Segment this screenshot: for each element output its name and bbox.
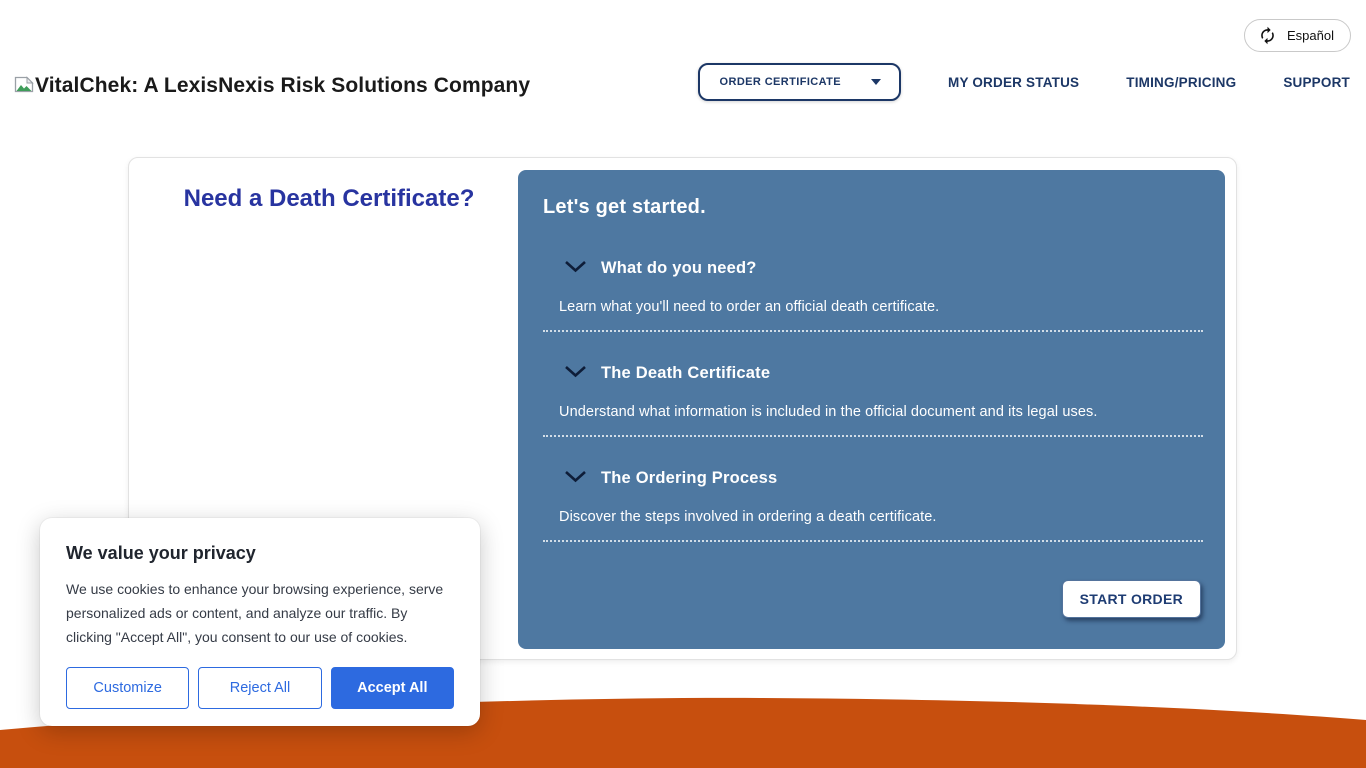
chevron-down-icon (564, 365, 587, 383)
accordion-description: Understand what information is included … (543, 404, 1203, 420)
chevron-down-icon (564, 260, 587, 278)
accordion-section-death-certificate: The Death Certificate Understand what in… (543, 364, 1203, 437)
language-label: Español (1287, 28, 1334, 43)
accordion-section-ordering-process: The Ordering Process Discover the steps … (543, 469, 1203, 542)
accordion-description: Discover the steps involved in ordering … (543, 509, 1203, 525)
chevron-down-icon (564, 470, 587, 488)
cookie-message: We use cookies to enhance your browsing … (66, 577, 448, 649)
accordion-description: Learn what you'll need to order an offic… (543, 299, 1203, 315)
page-title: Need a Death Certificate? (129, 185, 529, 213)
nav-link-support[interactable]: SUPPORT (1283, 75, 1350, 90)
accordion-title: The Ordering Process (601, 469, 777, 488)
language-toggle-button[interactable]: Español (1244, 19, 1351, 52)
refresh-icon (1258, 26, 1277, 45)
get-started-panel: Let's get started. What do you need? Lea… (518, 170, 1225, 649)
accordion: What do you need? Learn what you'll need… (543, 259, 1203, 542)
cookie-buttons-row: Customize Reject All Accept All (66, 667, 454, 709)
accept-all-button[interactable]: Accept All (331, 667, 454, 709)
logo[interactable]: VitalChek: A LexisNexis Risk Solutions C… (14, 74, 530, 99)
accordion-title: The Death Certificate (601, 364, 770, 383)
cookie-title: We value your privacy (66, 543, 454, 564)
cookie-consent-dialog: We value your privacy We use cookies to … (40, 518, 480, 726)
accordion-title: What do you need? (601, 259, 757, 278)
start-order-button[interactable]: START ORDER (1062, 580, 1201, 618)
chevron-down-icon (871, 79, 881, 85)
accordion-header[interactable]: What do you need? (543, 259, 1203, 278)
accordion-header[interactable]: The Death Certificate (543, 364, 1203, 383)
accordion-section-what-do-you-need: What do you need? Learn what you'll need… (543, 259, 1203, 332)
panel-heading: Let's get started. (543, 196, 1203, 219)
accordion-header[interactable]: The Ordering Process (543, 469, 1203, 488)
reject-all-button[interactable]: Reject All (198, 667, 321, 709)
broken-image-icon (14, 75, 34, 99)
order-certificate-label: ORDER CERTIFICATE (720, 76, 841, 88)
customize-button[interactable]: Customize (66, 667, 189, 709)
logo-alt-text: VitalChek: A LexisNexis Risk Solutions C… (35, 74, 530, 98)
main-nav: ORDER CERTIFICATE MY ORDER STATUS TIMING… (698, 63, 1350, 101)
nav-link-my-order-status[interactable]: MY ORDER STATUS (948, 75, 1079, 90)
nav-link-timing-pricing[interactable]: TIMING/PRICING (1126, 75, 1236, 90)
order-certificate-button[interactable]: ORDER CERTIFICATE (698, 63, 901, 101)
